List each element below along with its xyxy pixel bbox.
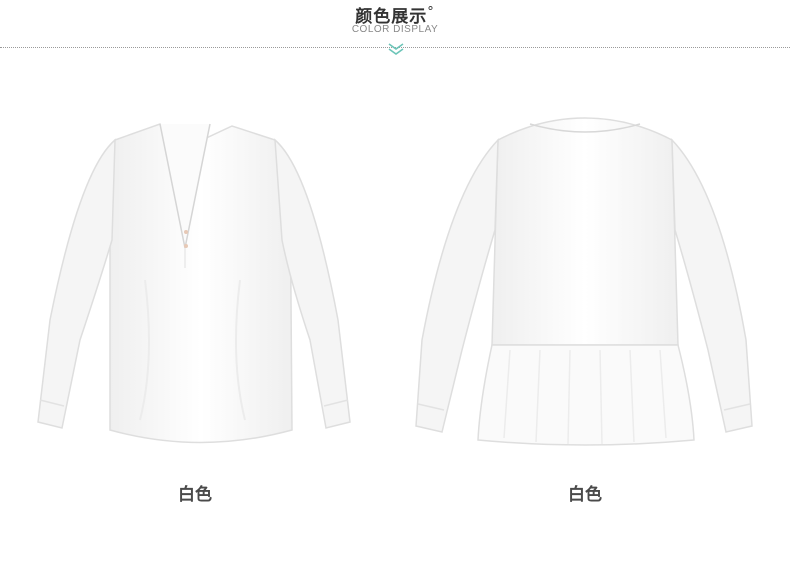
- section-title-degree: °: [427, 5, 435, 20]
- product-image-back[interactable]: [410, 100, 760, 460]
- product-image-front[interactable]: [20, 100, 370, 460]
- product-label-back: 白色: [568, 485, 602, 505]
- product-label-front: 白色: [178, 485, 212, 505]
- section-subtitle: COLOR DISPLAY: [351, 24, 439, 35]
- section-header: 颜色展示° COLOR DISPLAY: [0, 0, 790, 60]
- blouse-front-illustration: [37, 123, 351, 444]
- double-chevron-down-icon: [388, 43, 404, 55]
- blouse-back-illustration: [415, 117, 753, 446]
